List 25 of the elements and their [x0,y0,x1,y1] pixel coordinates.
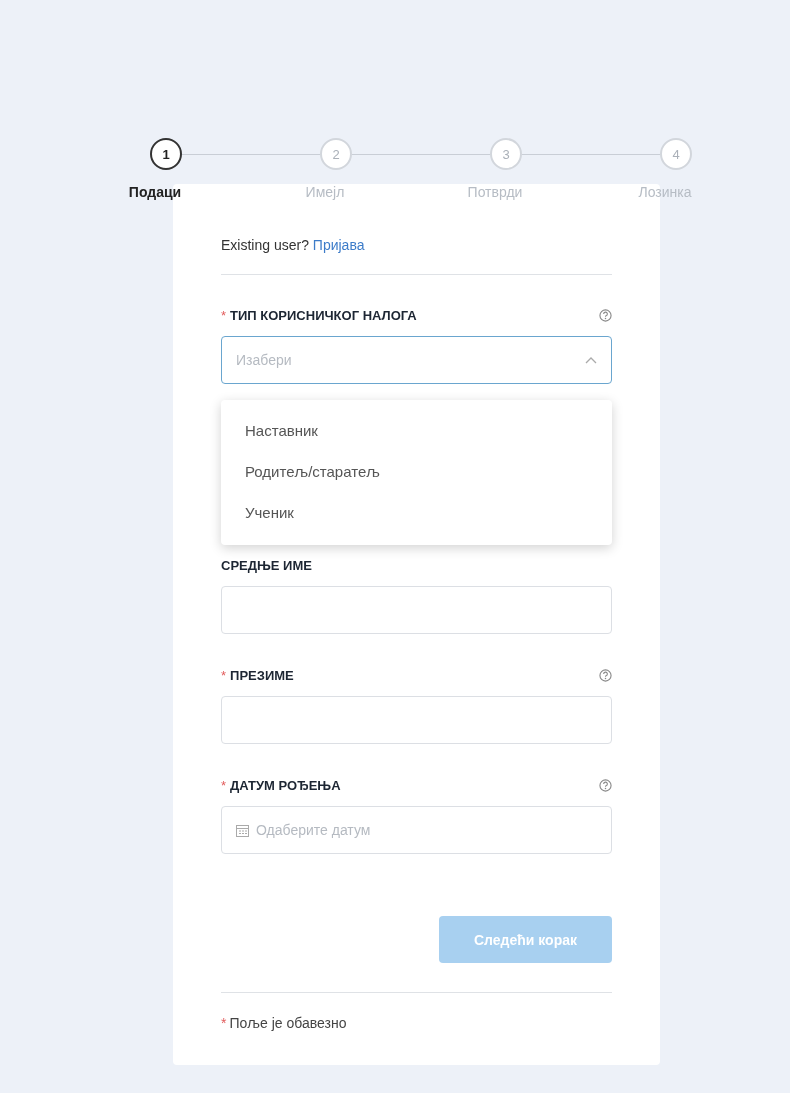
field-label: СРЕДЊЕ ИМЕ [221,557,312,573]
field-label: * ДАТУМ РОЂЕЊА [221,777,341,793]
step-circle: 1 [150,138,182,170]
step-label: Имејл [305,184,345,200]
step-circle: 4 [660,138,692,170]
step-label: Подаци [128,184,182,200]
field-label: * ТИП КОРИСНИЧКОГ НАЛОГА [221,307,417,323]
step-label: Потврди [467,184,523,200]
login-prompt: Existing user? Пријава [221,236,366,254]
step-circle: 2 [320,138,352,170]
dropdown-option[interactable]: Наставник [221,410,612,451]
step-label: Лозинка [638,184,692,200]
login-link[interactable]: Пријава [312,237,365,253]
chevron-up-icon [585,356,597,364]
calendar-icon [236,823,249,837]
required-note: * Поље је обавезно [221,1015,348,1031]
text-field[interactable] [221,696,612,744]
help-icon[interactable] [599,308,612,322]
dropdown-option[interactable]: Родитељ/старатељ [221,451,612,492]
step-circle: 3 [490,138,522,170]
dropdown-option[interactable]: Ученик [221,492,612,533]
help-icon[interactable] [599,778,612,792]
field-label: * ПРЕЗИМЕ [221,667,294,683]
help-icon[interactable] [599,668,612,682]
text-field[interactable] [221,586,612,634]
